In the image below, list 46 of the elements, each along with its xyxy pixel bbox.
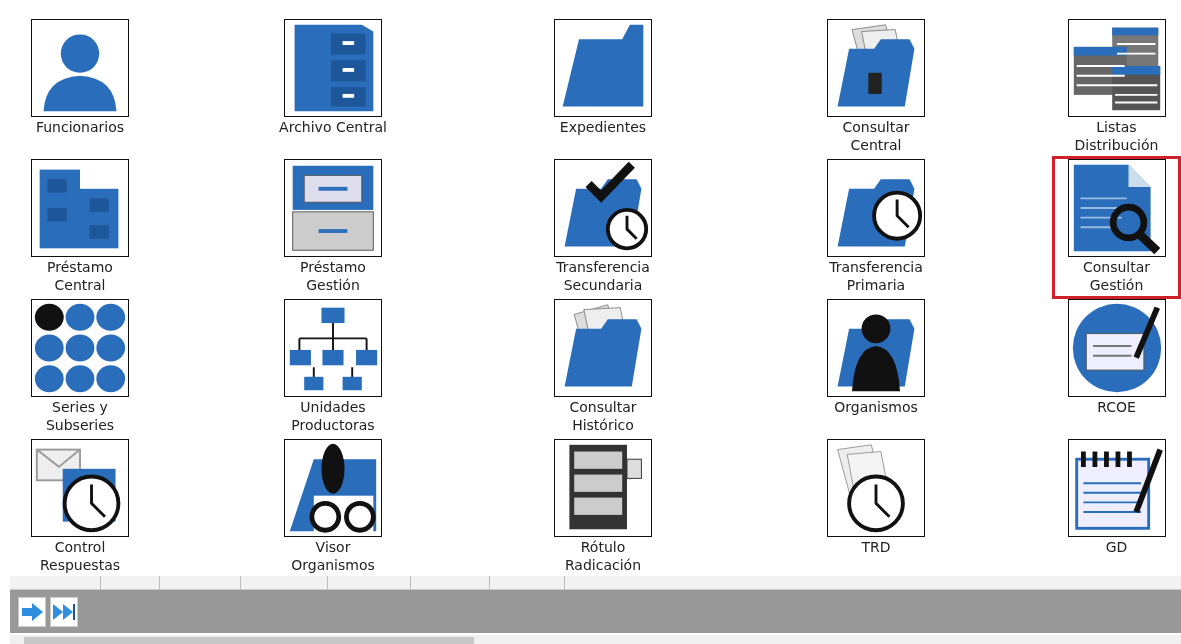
folder-papers-icon: [554, 299, 652, 397]
org-chart-icon: [284, 299, 382, 397]
table-stack-icon: [1067, 19, 1166, 117]
next-button[interactable]: [18, 596, 46, 627]
module-button[interactable]: Listas Distribución: [1052, 16, 1181, 159]
filing-cabinets-icon: [31, 159, 129, 257]
module-button[interactable]: Transferencia Secundaria: [536, 156, 670, 299]
module-button[interactable]: Consultar Histórico: [536, 296, 670, 439]
form-pen-icon: [1067, 299, 1166, 397]
folder-check-clock-icon: [554, 159, 652, 257]
module-button[interactable]: Control Respuestas: [13, 436, 147, 579]
double-arrow-icon: [52, 601, 76, 622]
folder-icon: [554, 19, 652, 117]
notebook-pen-icon: [1067, 439, 1166, 537]
module-button[interactable]: GD: [1060, 436, 1173, 562]
module-button[interactable]: Unidades Productoras: [266, 296, 400, 439]
module-button[interactable]: Funcionarios: [24, 16, 136, 142]
dot-grid-icon: [31, 299, 129, 397]
folder-clock-icon: [827, 159, 925, 257]
module-button[interactable]: Series y Subseries: [13, 296, 147, 439]
filing-cabinet-icon: [284, 19, 382, 117]
module-button[interactable]: Préstamo Gestión: [266, 156, 400, 299]
binoculars-folder-icon: [284, 439, 382, 537]
document-search-icon: [1067, 159, 1166, 257]
module-button[interactable]: Expedientes: [547, 16, 659, 142]
module-button[interactable]: Organismos: [820, 296, 932, 422]
horizontal-scrollbar[interactable]: [10, 635, 1181, 644]
module-button[interactable]: Consultar Gestión: [1052, 156, 1181, 299]
envelope-clock-icon: [31, 439, 129, 537]
scrollbar-thumb[interactable]: [24, 637, 474, 644]
papers-clock-icon: [827, 439, 925, 537]
module-button[interactable]: RCOE: [1060, 296, 1173, 422]
folder-documents-icon: [827, 19, 925, 117]
module-button[interactable]: TRD: [820, 436, 932, 562]
module-button[interactable]: Archivo Central: [272, 16, 394, 142]
last-button[interactable]: [50, 596, 78, 627]
module-button[interactable]: Transferencia Primaria: [809, 156, 943, 299]
module-button[interactable]: Visor Organismos: [266, 436, 400, 579]
right-arrow-icon: [20, 601, 44, 622]
folder-person-icon: [827, 299, 925, 397]
module-button[interactable]: Consultar Central: [809, 16, 943, 159]
module-button[interactable]: Rótulo Radicación: [536, 436, 670, 579]
server-rack-icon: [554, 439, 652, 537]
drawer-cabinet-icon: [284, 159, 382, 257]
module-button[interactable]: Préstamo Central: [13, 156, 147, 299]
person-icon: [31, 19, 129, 117]
